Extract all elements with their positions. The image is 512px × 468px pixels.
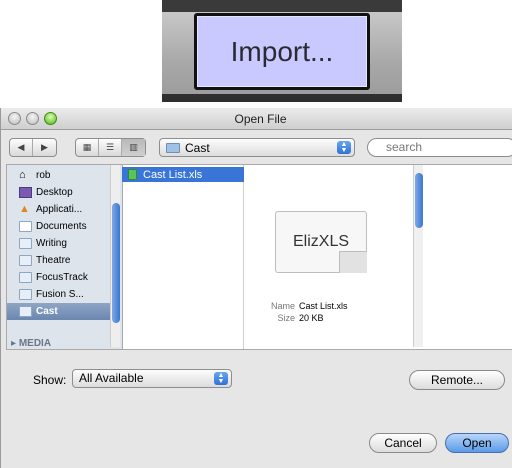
forward-arrow-icon[interactable]: ▶ — [33, 139, 56, 156]
sidebar-item-label: Fusion S... — [36, 289, 84, 300]
sidebar-item-label: FocusTrack — [36, 272, 88, 283]
list-view-icon[interactable]: ☰ — [99, 139, 122, 156]
show-filter-select[interactable]: All Available ▲ ▼ — [72, 369, 232, 388]
sidebar-scrollbar[interactable] — [110, 165, 120, 347]
folder-icon — [19, 238, 32, 249]
file-browser: ⌂ rob Desktop ▲ Applicati... Documents W… — [6, 164, 512, 350]
sidebar-item-label: Documents — [36, 221, 87, 232]
path-popup[interactable]: Cast ▲ ▼ — [159, 138, 355, 157]
sidebar-section-media[interactable]: ▸ MEDIA — [11, 338, 51, 349]
zoom-window-icon[interactable] — [44, 112, 57, 125]
sidebar-item-writing[interactable]: Writing — [7, 235, 115, 252]
sidebar-item-label: Applicati... — [36, 204, 83, 215]
folder-icon — [19, 289, 32, 300]
minimize-window-icon[interactable] — [26, 112, 39, 125]
sidebar-item-rob[interactable]: ⌂ rob — [7, 167, 115, 184]
folder-icon — [19, 272, 32, 283]
sidebar-item-label: Writing — [36, 238, 67, 249]
open-button[interactable]: Open — [445, 433, 509, 453]
preview-scrollbar[interactable] — [413, 165, 423, 347]
popup-arrows-icon: ▲ ▼ — [337, 141, 351, 154]
sidebar-item-desktop[interactable]: Desktop — [7, 184, 115, 201]
file-preview-icon: ElizXLS — [275, 211, 367, 273]
show-label: Show: — [33, 373, 67, 387]
path-popup-label: Cast — [185, 140, 210, 155]
sidebar: ⌂ rob Desktop ▲ Applicati... Documents W… — [7, 165, 123, 349]
banner-bottom-bar — [162, 94, 402, 102]
desktop-icon — [19, 187, 32, 198]
sidebar-item-cast[interactable]: Cast — [7, 303, 115, 320]
sidebar-item-applications[interactable]: ▲ Applicati... — [7, 201, 115, 218]
sidebar-item-documents[interactable]: Documents — [7, 218, 115, 235]
home-icon: ⌂ — [19, 169, 26, 181]
sidebar-item-focustrack[interactable]: FocusTrack — [7, 269, 115, 286]
file-name: Cast List.xls — [143, 168, 203, 181]
sidebar-item-label: Cast — [36, 306, 58, 317]
back-arrow-icon[interactable]: ◀ — [10, 139, 33, 156]
sidebar-item-label: rob — [36, 170, 51, 181]
window-title: Open File — [234, 112, 287, 126]
preview-size-row: Size 20 KB — [277, 313, 324, 323]
back-forward-control: ◀ ▶ — [9, 138, 57, 157]
documents-icon — [19, 221, 32, 232]
preview-column: ElizXLS Name Cast List.xls Size 20 KB — [245, 165, 423, 349]
applications-icon: ▲ — [19, 203, 30, 215]
file-column: Cast List.xls — [122, 165, 244, 349]
sidebar-item-label: Theatre — [36, 255, 71, 266]
import-button[interactable]: Import... — [194, 13, 370, 90]
banner-top-bar — [162, 0, 402, 12]
folder-icon — [166, 142, 180, 153]
preview-scroll-thumb[interactable] — [415, 173, 423, 228]
sidebar-scroll-thumb[interactable] — [112, 203, 120, 323]
page-fold — [339, 251, 367, 273]
popup-arrows-icon: ▲ ▼ — [214, 372, 228, 385]
spreadsheet-file-icon — [128, 169, 137, 180]
preview-name-row: Name Cast List.xls — [270, 301, 348, 311]
cancel-button[interactable]: Cancel — [369, 433, 437, 453]
sidebar-item-label: Desktop — [36, 187, 73, 198]
sidebar-item-fusion[interactable]: Fusion S... — [7, 286, 115, 303]
open-file-dialog: Open File ◀ ▶ ▦ ☰ ▥ Cast ▲▼ 🔍 search ⌂ r… — [0, 108, 512, 468]
close-window-icon[interactable] — [8, 112, 21, 125]
view-mode-control: ▦ ☰ ▥ — [75, 138, 146, 157]
column-view-icon[interactable]: ▥ — [122, 139, 145, 156]
import-banner: Import... — [162, 0, 402, 102]
folder-icon — [19, 306, 32, 317]
sidebar-item-theatre[interactable]: Theatre — [7, 252, 115, 269]
title-bar: Open File — [1, 108, 512, 130]
remote-button[interactable]: Remote... — [409, 370, 505, 390]
search-field[interactable]: search — [367, 138, 512, 157]
icon-view-icon[interactable]: ▦ — [76, 139, 99, 156]
folder-icon — [19, 255, 32, 266]
preview-icon-text: ElizXLS — [292, 233, 350, 250]
file-row-selected[interactable]: Cast List.xls — [122, 167, 244, 182]
